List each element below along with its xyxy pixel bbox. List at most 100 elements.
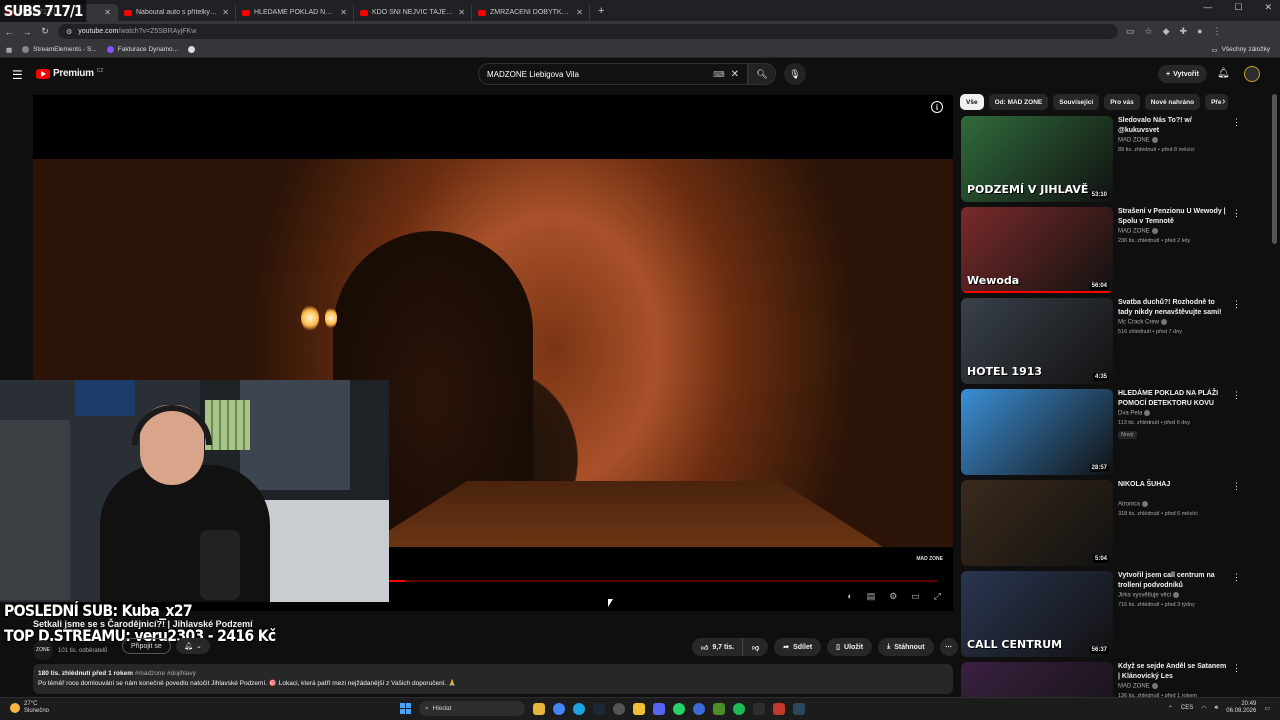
notifications-icon[interactable]: ▭ xyxy=(1264,705,1270,712)
more-options-icon[interactable]: ⋮ xyxy=(1232,572,1241,583)
recommendation-channel[interactable]: Jirka vysvětluje věci xyxy=(1118,592,1180,599)
filter-chip[interactable]: Vše xyxy=(960,94,984,110)
bookmark-star-icon[interactable]: ☆ xyxy=(1145,26,1153,37)
app-icon[interactable] xyxy=(693,702,705,715)
taskbar-search[interactable]: ⌕ Hledat xyxy=(419,701,525,716)
more-options-icon[interactable]: ⋮ xyxy=(1232,208,1241,219)
close-tab-icon[interactable]: ✕ xyxy=(340,8,347,17)
recommendation-title[interactable]: Svatba duchů?! Rozhodně to tady nikdy ne… xyxy=(1118,298,1228,317)
maximize-icon[interactable]: ☐ xyxy=(1234,2,1242,13)
dislike-button[interactable]: 👎︎ xyxy=(743,638,769,656)
download-button[interactable]: ⤓ Stáhnout xyxy=(878,638,934,656)
video-thumbnail[interactable]: HOTEL 1913 4:35 xyxy=(961,298,1113,384)
minimize-icon[interactable]: — xyxy=(1203,2,1212,13)
chrome-icon[interactable] xyxy=(553,702,565,715)
video-thumbnail[interactable]: 28:57 xyxy=(961,389,1113,475)
close-tab-icon[interactable]: ✕ xyxy=(576,8,583,17)
whatsapp-icon[interactable] xyxy=(673,702,685,715)
video-description[interactable]: 180 tis. zhlédnutí před 1 rokem #madzone… xyxy=(33,664,953,694)
close-window-icon[interactable]: ✕ xyxy=(1264,2,1272,13)
steam-icon[interactable] xyxy=(793,702,805,715)
recommendation-item[interactable]: 28:57 HLEDÁME POKLAD NA PLÁŽI POMOCÍ DETE… xyxy=(960,388,1250,479)
hamburger-menu-icon[interactable]: ☰ xyxy=(12,68,23,82)
notifications-bell-icon[interactable]: 🔔︎ xyxy=(1217,68,1230,79)
search-input[interactable]: MADZONE Liebigova Vila ⌨ ✕ xyxy=(478,63,748,85)
chevron-right-icon[interactable]: › xyxy=(1222,96,1225,107)
obs-icon[interactable] xyxy=(613,702,625,715)
language-indicator[interactable]: CES xyxy=(1181,705,1193,711)
progress-bar[interactable] xyxy=(388,580,938,582)
browser-tab[interactable]: ZMRZAČENÍ DOBYTKA: Můžou✕ xyxy=(472,4,590,21)
more-options-icon[interactable]: ⋮ xyxy=(1232,299,1241,310)
recommendation-item[interactable]: 5:04 NIKOLA ŠUHAJ Atronica 318 tis. zhlédnu… xyxy=(960,479,1250,570)
bookmark-item[interactable] xyxy=(188,46,196,53)
video-thumbnail[interactable]: Wewoda 56:04 xyxy=(961,207,1113,293)
recommendation-title[interactable]: Sledovalo Nás To?! w/ @kukuvsvet xyxy=(1118,116,1228,135)
page-scrollbar[interactable] xyxy=(1272,94,1277,244)
url-field[interactable]: ⚙ youtube.com/watch?v=Z5SBRAyjFKw xyxy=(58,24,1118,39)
video-thumbnail[interactable]: PODZEMÍ V JIHLAVĚ 53:10 xyxy=(961,116,1113,202)
close-tab-icon[interactable]: ✕ xyxy=(222,8,229,17)
wifi-icon[interactable]: ◠ xyxy=(1201,705,1206,712)
bookmark-item[interactable]: StreamElements - S... xyxy=(22,46,97,53)
bookmark-item[interactable]: Fakturace Dynamo... xyxy=(106,46,178,53)
account-avatar[interactable] xyxy=(1244,66,1260,82)
browser-tab[interactable]: HLEDÁME POKLAD NA PLÁŽI P✕ xyxy=(236,4,354,21)
app-icon[interactable] xyxy=(753,702,765,715)
apps-grid-icon[interactable]: ▦ xyxy=(6,46,12,54)
more-options-icon[interactable]: ⋮ xyxy=(1232,481,1241,492)
create-button[interactable]: + Vytvořit xyxy=(1158,65,1207,83)
browser-tab[interactable]: Naboural auto s přítelkyní, ota✕ xyxy=(118,4,236,21)
site-info-icon[interactable]: ⚙ xyxy=(66,28,72,36)
voice-search-button[interactable]: 🎙︎ xyxy=(784,63,806,85)
puzzle-icon[interactable]: ✚ xyxy=(1180,26,1188,37)
more-options-icon[interactable]: ⋮ xyxy=(1232,117,1241,128)
windows-start-icon[interactable] xyxy=(400,703,411,714)
recommendation-item[interactable]: CALL CENTRUM 56:37 Vytvořil jsem call cent… xyxy=(960,570,1250,661)
video-thumbnail[interactable]: CALL CENTRUM 56:37 xyxy=(961,571,1113,657)
filter-chip[interactable]: Pro vás xyxy=(1104,94,1140,110)
recommendation-title[interactable]: Když se sejde Anděl se Satanem | Klánovi… xyxy=(1118,662,1228,681)
forward-icon[interactable]: → xyxy=(18,27,36,37)
app-icon[interactable] xyxy=(773,702,785,715)
discord-icon[interactable] xyxy=(653,702,665,715)
volume-icon[interactable]: 🔊︎ xyxy=(1215,705,1219,712)
spotify-icon[interactable] xyxy=(733,702,745,715)
minecraft-icon[interactable] xyxy=(713,702,725,715)
autoplay-toggle-icon[interactable]: ◐ xyxy=(847,591,852,602)
save-button[interactable]: ▯ Uložit xyxy=(827,638,873,656)
browser-tab[interactable]: KDO SNÍ NEJVÍC TAJEMNÝCH✕ xyxy=(354,4,472,21)
weather-widget[interactable]: 27°C Slunečno xyxy=(10,701,49,715)
profile-icon[interactable]: ● xyxy=(1197,26,1202,37)
cast-icon[interactable]: ▭ xyxy=(1126,26,1135,37)
filter-chip[interactable]: Nové nahráno xyxy=(1144,94,1201,110)
channel-avatar[interactable]: ZONE xyxy=(33,640,53,660)
recommendation-channel[interactable]: Mc Crack Crew xyxy=(1118,319,1168,326)
search-button[interactable]: 🔍︎ xyxy=(748,63,776,85)
share-button[interactable]: ➦ Sdílet xyxy=(774,638,822,656)
miniplayer-icon[interactable]: ▭ xyxy=(911,591,920,602)
join-button[interactable]: Připojit se xyxy=(122,638,171,654)
edge-icon[interactable] xyxy=(573,702,585,715)
clear-search-icon[interactable]: ✕ xyxy=(731,69,739,80)
subtitles-icon[interactable]: ▤ xyxy=(867,591,876,602)
recommendation-channel[interactable]: MAD ZONE xyxy=(1118,683,1158,690)
subscribed-bell-button[interactable]: 🔔︎ ⌄ xyxy=(176,638,210,654)
steam-icon[interactable] xyxy=(593,702,605,715)
fullscreen-icon[interactable]: ⤢ xyxy=(934,591,941,602)
filter-chip[interactable]: Související xyxy=(1053,94,1100,110)
recommendation-title[interactable]: Strašení v Penzionu U Wewody | Spolu v T… xyxy=(1118,207,1228,226)
recommendation-item[interactable]: Wewoda 56:04 Strašení v Penzionu U Wewody … xyxy=(960,206,1250,297)
recommendation-item[interactable]: HOTEL 1913 4:35 Svatba duchů?! Rozhodně to… xyxy=(960,297,1250,388)
recommendation-title[interactable]: HLEDÁME POKLAD NA PLÁŽI POMOCÍ DETEKTORU… xyxy=(1118,389,1228,408)
all-bookmarks-button[interactable]: ▭ Všechny záložky xyxy=(1211,46,1270,54)
video-thumbnail[interactable]: 5:04 xyxy=(961,480,1113,566)
extension-icon[interactable]: ◆ xyxy=(1163,26,1170,37)
new-tab-icon[interactable]: + xyxy=(590,5,612,17)
recommendation-channel[interactable]: MAD ZONE xyxy=(1118,228,1158,235)
more-actions-button[interactable]: ⋯ xyxy=(939,638,958,656)
chevron-up-icon[interactable]: ⌃ xyxy=(1168,705,1173,712)
keyboard-icon[interactable]: ⌨ xyxy=(713,70,725,79)
back-icon[interactable]: ← xyxy=(0,27,18,37)
recommendation-title[interactable]: NIKOLA ŠUHAJ xyxy=(1118,480,1228,490)
